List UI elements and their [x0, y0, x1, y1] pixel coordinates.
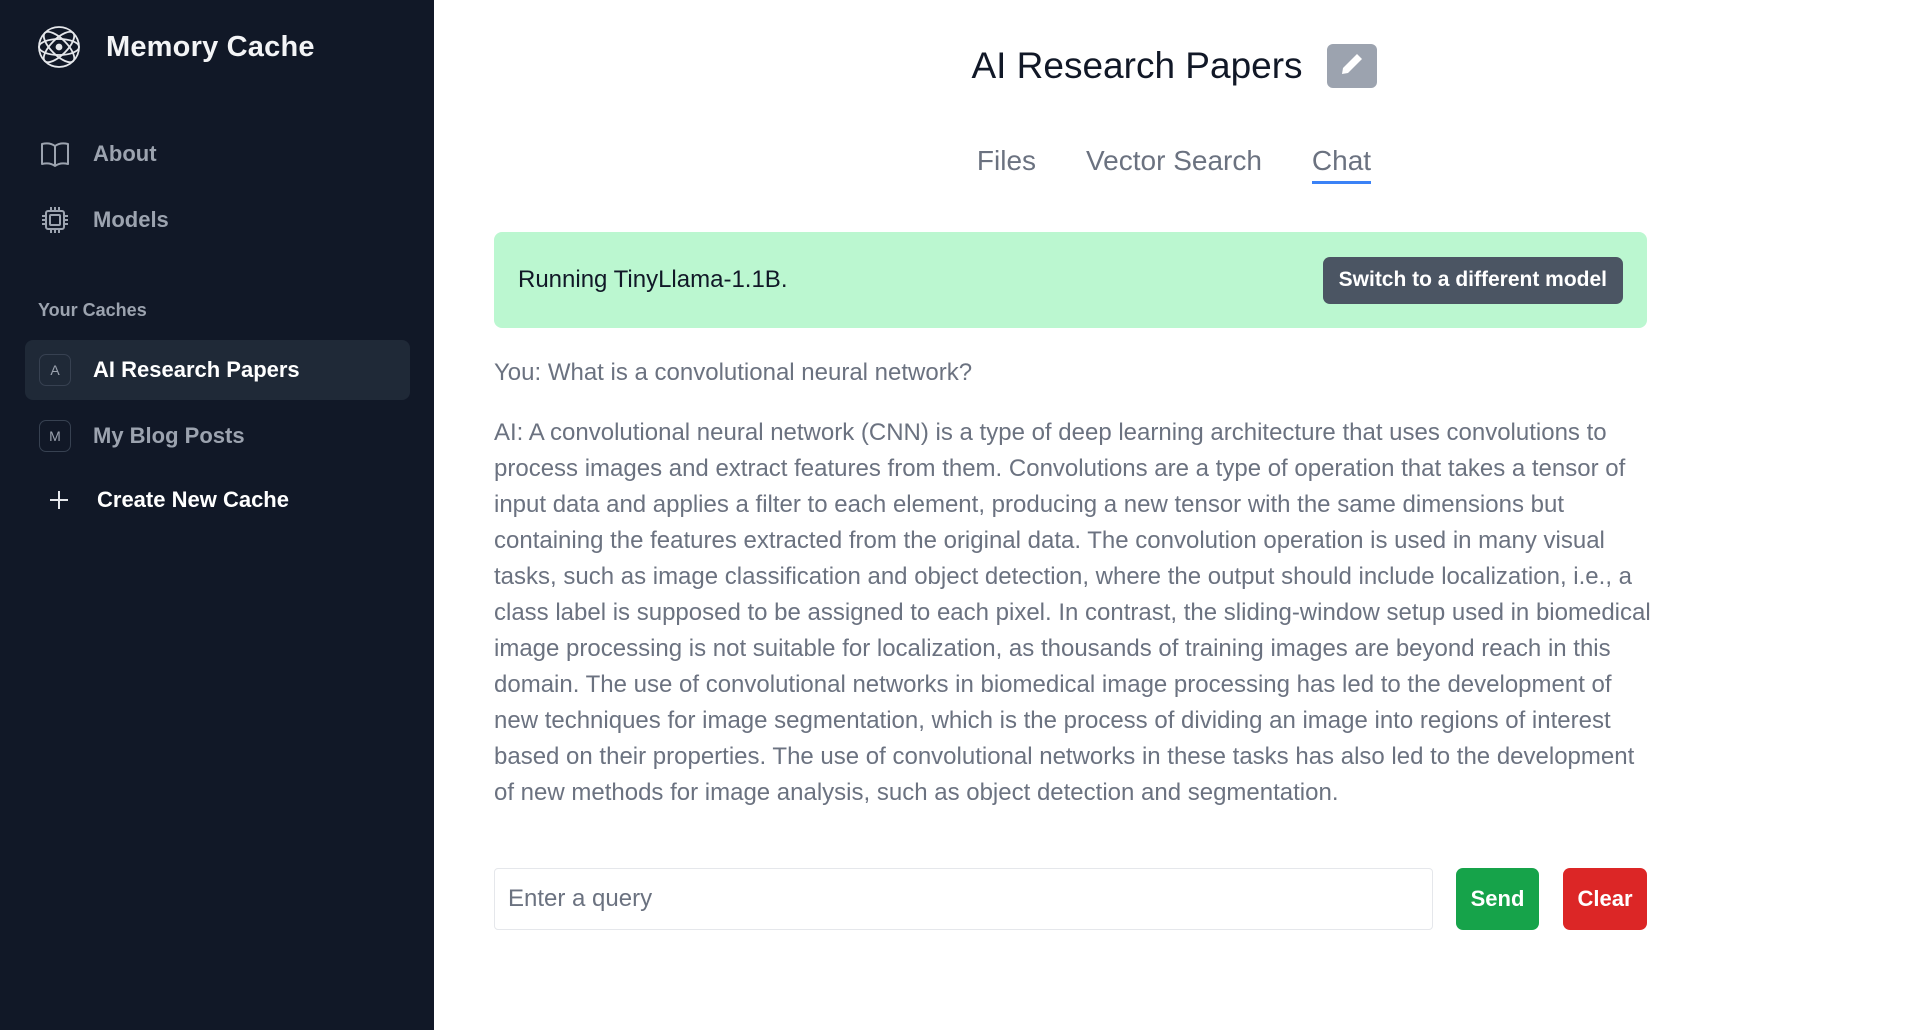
cache-item-my-blog-posts[interactable]: M My Blog Posts: [25, 406, 410, 466]
chat-log: You: What is a convolutional neural netw…: [494, 355, 1654, 811]
book-open-icon: [39, 138, 71, 170]
tab-chat[interactable]: Chat: [1311, 145, 1372, 184]
ai-message: AI: A convolutional neural network (CNN)…: [494, 419, 1651, 806]
pencil-icon: [1338, 50, 1366, 83]
cache-item-ai-research-papers[interactable]: A AI Research Papers: [25, 340, 410, 400]
cache-badge: M: [39, 420, 71, 452]
sidebar-item-models[interactable]: Models: [25, 190, 410, 250]
create-cache-label: Create New Cache: [97, 487, 289, 512]
atom-logo-icon: [34, 22, 84, 72]
plus-icon: [45, 486, 73, 514]
edit-title-button[interactable]: [1326, 44, 1377, 88]
page-title: AI Research Papers: [971, 45, 1303, 86]
query-input[interactable]: [494, 868, 1433, 930]
cache-badge: A: [39, 354, 71, 386]
tab-bar: Files Vector Search Chat: [434, 145, 1914, 184]
user-message: You: What is a convolutional neural netw…: [494, 359, 973, 386]
brand[interactable]: Memory Cache: [34, 20, 315, 74]
sidebar-item-about[interactable]: About: [25, 124, 410, 184]
cpu-chip-icon: [39, 204, 71, 236]
tab-files[interactable]: Files: [977, 145, 1036, 184]
switch-model-button[interactable]: Switch to a different model: [1322, 256, 1623, 304]
model-status-text: Running TinyLlama-1.1B.: [518, 266, 788, 293]
cache-label: AI Research Papers: [93, 357, 300, 382]
model-status-banner: Running TinyLlama-1.1B. Switch to a diff…: [494, 232, 1647, 328]
brand-title: Memory Cache: [106, 30, 315, 63]
sidebar-item-label: Models: [93, 207, 169, 232]
cache-label: My Blog Posts: [93, 423, 245, 448]
sidebar-item-label: About: [93, 141, 157, 166]
sidebar: Memory Cache About Models Your Caches A …: [0, 0, 434, 1030]
send-button[interactable]: Send: [1456, 868, 1539, 930]
clear-button[interactable]: Clear: [1563, 868, 1647, 930]
create-new-cache-button[interactable]: Create New Cache: [45, 482, 289, 518]
main-content: AI Research Papers Files Vector Search C…: [434, 0, 1914, 1030]
title-row: AI Research Papers: [434, 44, 1914, 88]
section-label-your-caches: Your Caches: [38, 300, 147, 320]
tab-vector-search[interactable]: Vector Search: [1086, 145, 1262, 184]
query-row: Send Clear: [494, 868, 1647, 930]
